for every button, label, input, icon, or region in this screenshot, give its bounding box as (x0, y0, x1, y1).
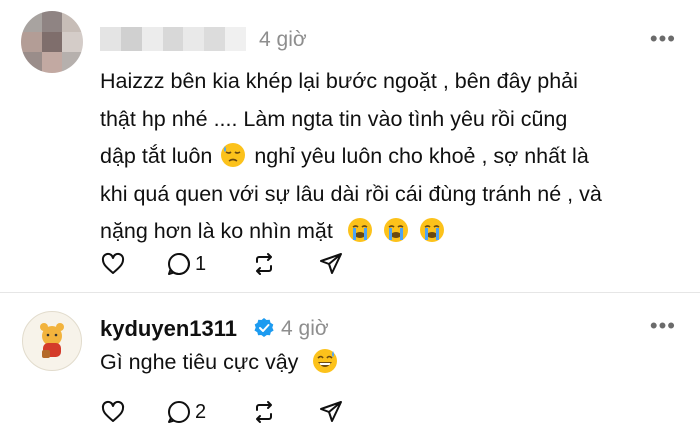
text-fragment: Gì nghe tiêu cực vậy (100, 350, 299, 374)
reply-count: 2 (195, 400, 207, 423)
like-button[interactable] (100, 397, 126, 427)
post-text: Gì nghe tiêu cực vậy (100, 344, 670, 382)
repost-button[interactable] (251, 249, 277, 279)
share-icon (320, 253, 342, 274)
post-text: Haizzz bên kia khép lại bước ngoặt , bên… (100, 63, 670, 251)
crying-emoji-icon (419, 218, 444, 242)
crying-emoji-icon (383, 218, 408, 242)
text-line: Haizzz bên kia khép lại bước ngoặt , bên… (100, 69, 578, 93)
heart-icon (101, 252, 125, 274)
text-line: thật hp nhé .... Làm ngta tin vào tình y… (100, 106, 568, 131)
avatar[interactable] (22, 311, 82, 371)
reply-icon (168, 253, 190, 275)
post: 4 giờ ••• Haizzz bên kia khép lại bước n… (0, 0, 700, 292)
repost-button[interactable] (251, 397, 277, 427)
heart-icon (101, 400, 125, 422)
post-time: 4 giờ (259, 28, 307, 51)
text-line: nặng hơn là ko nhìn mặt (100, 213, 670, 251)
share-button[interactable] (318, 397, 344, 427)
like-button[interactable] (100, 249, 126, 279)
share-icon (320, 401, 342, 422)
author-username[interactable]: kyduyen1311 (100, 316, 237, 342)
author-name-blurred[interactable] (100, 27, 246, 51)
post: kyduyen1311 4 giờ ••• Gì nghe tiêu cực v… (0, 293, 700, 434)
reply-icon (168, 401, 190, 423)
more-icon[interactable]: ••• (650, 26, 676, 52)
share-button[interactable] (318, 249, 344, 279)
text-line: khi quá quen với sự lâu dài rồi cái đùng… (100, 181, 602, 206)
pooh-avatar-icon (40, 323, 64, 358)
text-fragment: nặng hơn là ko nhìn mặt (100, 219, 333, 243)
reply-button[interactable]: 2 (166, 397, 206, 427)
text-fragment: nghỉ yêu luôn cho khoẻ , sợ nhất là (254, 144, 589, 168)
text-line: dập tắt luôn nghỉ yêu luôn cho khoẻ , sợ… (100, 138, 670, 176)
avatar-blurred[interactable] (21, 11, 83, 73)
repost-icon (256, 253, 272, 275)
sad-sweat-emoji-icon (221, 143, 246, 167)
more-icon[interactable]: ••• (650, 313, 676, 339)
reply-count: 1 (195, 252, 207, 275)
crying-emoji-icon (347, 218, 372, 242)
post-time: 4 giờ (281, 317, 329, 340)
repost-icon (256, 401, 272, 423)
verified-badge-icon (254, 318, 274, 337)
text-fragment: dập tắt luôn (100, 144, 213, 168)
reply-button[interactable]: 1 (166, 249, 206, 279)
grinning-sweat-emoji-icon (313, 349, 338, 373)
